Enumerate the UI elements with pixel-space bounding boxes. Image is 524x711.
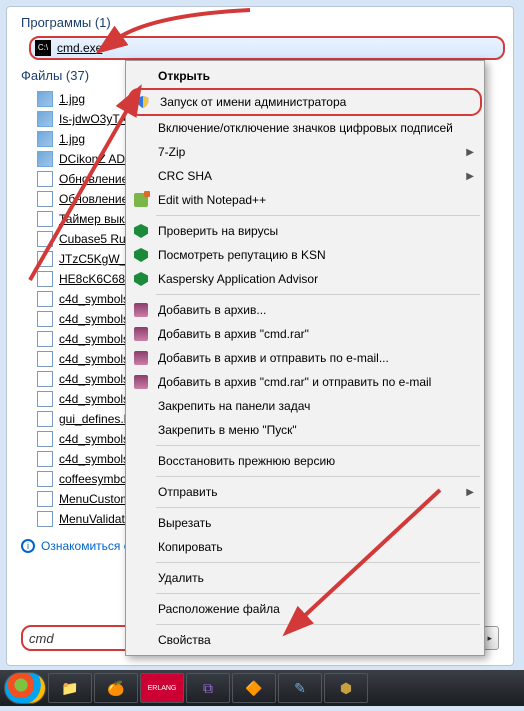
file-icon <box>37 111 53 127</box>
ctx-pin-taskbar[interactable]: Закрепить на панели задач <box>128 394 482 418</box>
ctx-restore[interactable]: Восстановить прежнюю версию <box>128 449 482 473</box>
file-icon <box>37 91 53 107</box>
taskbar: 📁 🍊 ERLANG ⧉ 🔶 ✎ ⬢ <box>0 670 524 706</box>
ctx-copy[interactable]: Копировать <box>128 535 482 559</box>
kaspersky-icon <box>132 222 150 240</box>
file-icon <box>37 451 53 467</box>
file-icon <box>37 131 53 147</box>
winrar-icon <box>132 325 150 343</box>
start-button[interactable] <box>4 672 46 704</box>
winrar-icon <box>132 349 150 367</box>
file-icon <box>37 231 53 247</box>
ctx-crc-sha[interactable]: CRC SHA▶ <box>128 164 482 188</box>
file-icon <box>37 191 53 207</box>
ctx-cut[interactable]: Вырезать <box>128 511 482 535</box>
submenu-arrow-icon: ▶ <box>466 147 474 158</box>
file-icon <box>37 511 53 527</box>
file-icon <box>37 171 53 187</box>
ctx-7zip[interactable]: 7-Zip▶ <box>128 140 482 164</box>
programs-header: Программы (1) <box>7 11 513 36</box>
file-icon <box>37 331 53 347</box>
file-icon <box>37 271 53 287</box>
taskbar-app-1[interactable]: 🍊 <box>94 673 138 703</box>
file-icon <box>37 151 53 167</box>
submenu-arrow-icon: ▶ <box>466 487 474 498</box>
ctx-kaspersky-advisor[interactable]: Kaspersky Application Advisor <box>128 267 482 291</box>
ctx-rar-email[interactable]: Добавить в архив и отправить по e-mail..… <box>128 346 482 370</box>
file-icon <box>37 391 53 407</box>
ctx-rar-email-named[interactable]: Добавить в архив "cmd.rar" и отправить п… <box>128 370 482 394</box>
notepadpp-icon <box>132 191 150 209</box>
taskbar-app-3[interactable]: ⬢ <box>324 673 368 703</box>
ctx-run-as-admin[interactable]: Запуск от имени администратора <box>128 88 482 116</box>
file-icon <box>37 351 53 367</box>
kaspersky-icon <box>132 270 150 288</box>
ctx-pin-start[interactable]: Закрепить в меню "Пуск" <box>128 418 482 442</box>
file-icon <box>37 471 53 487</box>
cmd-icon: C:\ <box>35 40 51 56</box>
ctx-notepadpp[interactable]: Edit with Notepad++ <box>128 188 482 212</box>
ctx-rar-add-named[interactable]: Добавить в архив "cmd.rar" <box>128 322 482 346</box>
taskbar-explorer[interactable]: 📁 <box>48 673 92 703</box>
file-icon <box>37 311 53 327</box>
info-icon: i <box>21 539 35 553</box>
file-icon <box>37 251 53 267</box>
file-icon <box>37 291 53 307</box>
ctx-kaspersky-scan[interactable]: Проверить на вирусы <box>128 219 482 243</box>
ctx-properties[interactable]: Свойства <box>128 628 482 652</box>
taskbar-vs[interactable]: ⧉ <box>186 673 230 703</box>
winrar-icon <box>132 373 150 391</box>
taskbar-erlang[interactable]: ERLANG <box>140 673 184 703</box>
result-cmd-exe[interactable]: C:\ cmd.exe <box>29 36 505 60</box>
file-icon <box>37 211 53 227</box>
file-icon <box>37 431 53 447</box>
taskbar-figma[interactable]: 🔶 <box>232 673 276 703</box>
ctx-send-to[interactable]: Отправить▶ <box>128 480 482 504</box>
ctx-kaspersky-ksn[interactable]: Посмотреть репутацию в KSN <box>128 243 482 267</box>
context-menu: Открыть Запуск от имени администратора В… <box>125 60 485 656</box>
shield-icon <box>134 93 152 111</box>
submenu-arrow-icon: ▶ <box>466 171 474 182</box>
winrar-icon <box>132 301 150 319</box>
ctx-rar-add[interactable]: Добавить в архив... <box>128 298 482 322</box>
kaspersky-icon <box>132 246 150 264</box>
ctx-open[interactable]: Открыть <box>128 64 482 88</box>
file-icon <box>37 411 53 427</box>
file-icon <box>37 491 53 507</box>
ctx-signatures[interactable]: Включение/отключение значков цифровых по… <box>128 116 482 140</box>
ctx-delete[interactable]: Удалить <box>128 566 482 590</box>
taskbar-app-2[interactable]: ✎ <box>278 673 322 703</box>
file-icon <box>37 371 53 387</box>
ctx-open-location[interactable]: Расположение файла <box>128 597 482 621</box>
